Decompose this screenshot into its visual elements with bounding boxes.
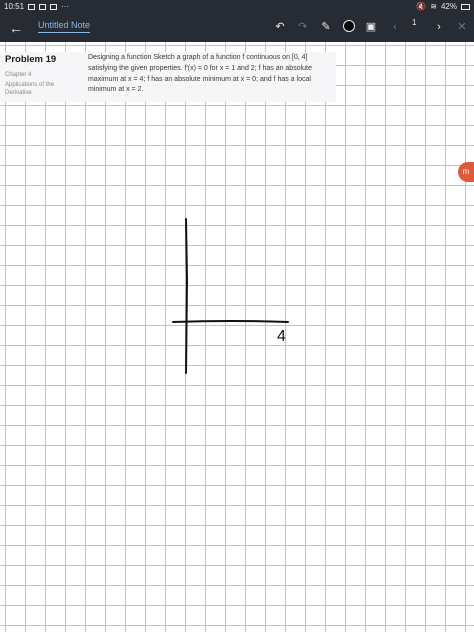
y-axis-stroke: [185, 218, 189, 374]
axis-label-four: 4: [277, 328, 286, 345]
x-axis-stroke: [172, 320, 289, 323]
handwritten-sketch: 4: [172, 218, 289, 374]
